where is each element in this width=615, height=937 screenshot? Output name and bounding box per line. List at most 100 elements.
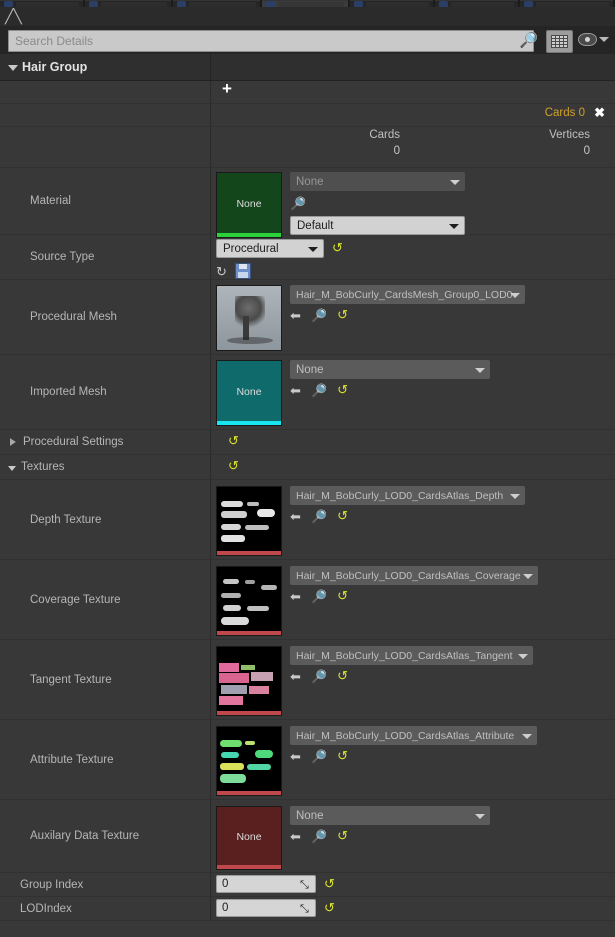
search-input[interactable]	[9, 31, 533, 51]
row-source-type: Source Type Procedural ↻	[0, 235, 615, 280]
chevron-down-icon[interactable]	[599, 37, 609, 42]
search-details-box[interactable]	[8, 30, 534, 52]
row-imported-mesh: Imported Mesh None None ⬅ 🔍	[0, 355, 615, 430]
stats-area: Cards 0 Vertices 0	[210, 127, 615, 167]
column-splitter	[210, 280, 211, 354]
depth-texture-icon-row: ⬅ 🔍	[290, 509, 525, 524]
tex-stroke	[221, 752, 239, 758]
reset-arrow-icon[interactable]	[324, 902, 335, 914]
stat-value: 0	[393, 145, 400, 157]
imported-mesh-asset-dropdown[interactable]: None	[290, 360, 490, 379]
arrow-left-icon[interactable]: ⬅	[290, 590, 301, 603]
procedural-mesh-asset-dropdown[interactable]: Hair_M_BobCurly_CardsMesh_Group0_LOD0	[290, 285, 525, 304]
category-hair-group[interactable]: Hair Group	[0, 54, 615, 81]
material-slot-dropdown[interactable]: Default	[290, 216, 465, 235]
stat-header: Cards	[369, 129, 400, 141]
reset-arrow-icon[interactable]	[337, 830, 348, 842]
row-label: Depth Texture	[30, 513, 102, 526]
magnifier-icon[interactable]: 🔍	[311, 383, 327, 398]
material-asset-dropdown[interactable]: None	[290, 172, 465, 191]
column-splitter	[210, 81, 211, 103]
auxilary-texture-asset-dropdown[interactable]: None	[290, 806, 490, 825]
reset-arrow-icon[interactable]	[228, 435, 239, 447]
reset-arrow-icon[interactable]	[324, 878, 335, 890]
reset-arrow-icon[interactable]	[337, 670, 348, 682]
attribute-texture-asset-dropdown[interactable]: Hair_M_BobCurly_LOD0_CardsAtlas_Attribut…	[290, 726, 537, 745]
procedural-mesh-thumbnail[interactable]	[216, 285, 282, 351]
arrow-left-icon[interactable]: ⬅	[290, 670, 301, 683]
lod-index-text: 0	[222, 902, 229, 914]
row-auxilary-data-texture: Auxilary Data Texture None None ⬅ 🔍	[0, 800, 615, 873]
eye-icon[interactable]	[578, 33, 597, 47]
arrow-left-icon[interactable]: ⬅	[290, 510, 301, 523]
thumbnail-label: None	[236, 386, 262, 398]
triangle-down-icon[interactable]	[8, 65, 18, 71]
tex-stroke	[221, 593, 241, 598]
spinner-icon[interactable]	[300, 879, 310, 890]
triangle-down-icon[interactable]	[8, 465, 16, 471]
attribute-texture-thumbnail[interactable]	[216, 726, 282, 796]
row-textures-section[interactable]: Textures	[0, 455, 615, 480]
close-icon[interactable]: ✖	[594, 106, 605, 120]
tex-stroke	[247, 502, 259, 506]
tex-stroke	[255, 750, 273, 758]
arrow-left-icon[interactable]: ⬅	[290, 830, 301, 843]
lod-index-input[interactable]: 0	[216, 899, 316, 917]
material-thumbnail[interactable]: None	[216, 172, 282, 238]
row-label-wrap: Textures	[0, 455, 210, 479]
row-tangent-texture: Tangent Texture Hair_M_BobCurly_LOD0_Car…	[0, 640, 615, 720]
magnifier-icon[interactable]: 🔍	[311, 589, 327, 604]
editor-tab-strip[interactable]	[0, 0, 615, 8]
save-icon[interactable]	[234, 263, 251, 279]
reset-arrow-icon[interactable]	[337, 750, 348, 762]
section-label: Textures	[21, 461, 65, 473]
coverage-texture-thumbnail[interactable]	[216, 566, 282, 636]
chevron-down-icon	[475, 813, 485, 819]
depth-texture-asset-dropdown[interactable]: Hair_M_BobCurly_LOD0_CardsAtlas_Depth	[290, 486, 525, 505]
tex-stroke	[247, 764, 271, 770]
magnifier-icon[interactable]: 🔍	[311, 669, 327, 684]
triangle-right-icon[interactable]	[10, 438, 16, 446]
arrow-left-icon[interactable]: ⬅	[290, 750, 301, 763]
group-index-input[interactable]: 0	[216, 875, 316, 893]
source-type-dropdown[interactable]: Procedural	[216, 239, 324, 258]
reset-arrow-icon[interactable]	[228, 460, 239, 472]
cards-stats-row: Cards 0 Vertices 0	[0, 127, 615, 168]
coverage-texture-asset-dropdown[interactable]: Hair_M_BobCurly_LOD0_CardsAtlas_Coverage	[290, 566, 538, 585]
spinner-icon[interactable]	[300, 903, 310, 914]
group-index-text: 0	[222, 878, 229, 890]
depth-texture-thumbnail[interactable]	[216, 486, 282, 556]
tangent-texture-thumbnail[interactable]	[216, 646, 282, 716]
tangent-texture-asset-dropdown[interactable]: Hair_M_BobCurly_LOD0_CardsAtlas_Tangent	[290, 646, 533, 665]
imported-mesh-thumbnail[interactable]: None	[216, 360, 282, 426]
material-slot-value: Default	[297, 219, 334, 232]
procedural-settings-value	[210, 430, 615, 454]
tex-stroke	[245, 741, 255, 745]
save-glyph-top	[238, 264, 247, 269]
plus-icon[interactable]: +	[222, 80, 235, 97]
row-label: Group Index	[20, 878, 84, 891]
thumbnail-type-bar	[217, 631, 281, 635]
reset-arrow-icon[interactable]	[337, 510, 348, 522]
column-splitter	[210, 127, 211, 167]
reset-arrow-icon[interactable]	[337, 309, 348, 321]
magnifier-icon[interactable]: 🔍	[311, 749, 327, 764]
magnifier-icon[interactable]: 🔍	[311, 509, 327, 524]
arrow-left-icon[interactable]: ⬅	[290, 309, 301, 322]
reset-arrow-icon[interactable]	[337, 590, 348, 602]
auxilary-texture-thumbnail[interactable]: None	[216, 806, 282, 870]
tex-stroke	[223, 579, 239, 584]
tex-stroke	[221, 535, 245, 542]
grid-view-icon[interactable]	[546, 30, 573, 53]
arrow-left-icon[interactable]: ⬅	[290, 384, 301, 397]
search-icon[interactable]: 🔍	[519, 32, 538, 50]
refresh-icon[interactable]: ↻	[216, 265, 227, 278]
magnifier-icon[interactable]: 🔍	[311, 829, 327, 844]
magnifier-icon[interactable]: 🔍	[311, 308, 327, 323]
reset-arrow-icon[interactable]	[337, 384, 348, 396]
status-badge: Cards 0	[544, 107, 585, 119]
reset-arrow-icon[interactable]	[332, 242, 343, 254]
row-procedural-settings[interactable]: Procedural Settings	[0, 430, 615, 455]
magnifier-icon[interactable]: 🔍	[290, 196, 306, 211]
